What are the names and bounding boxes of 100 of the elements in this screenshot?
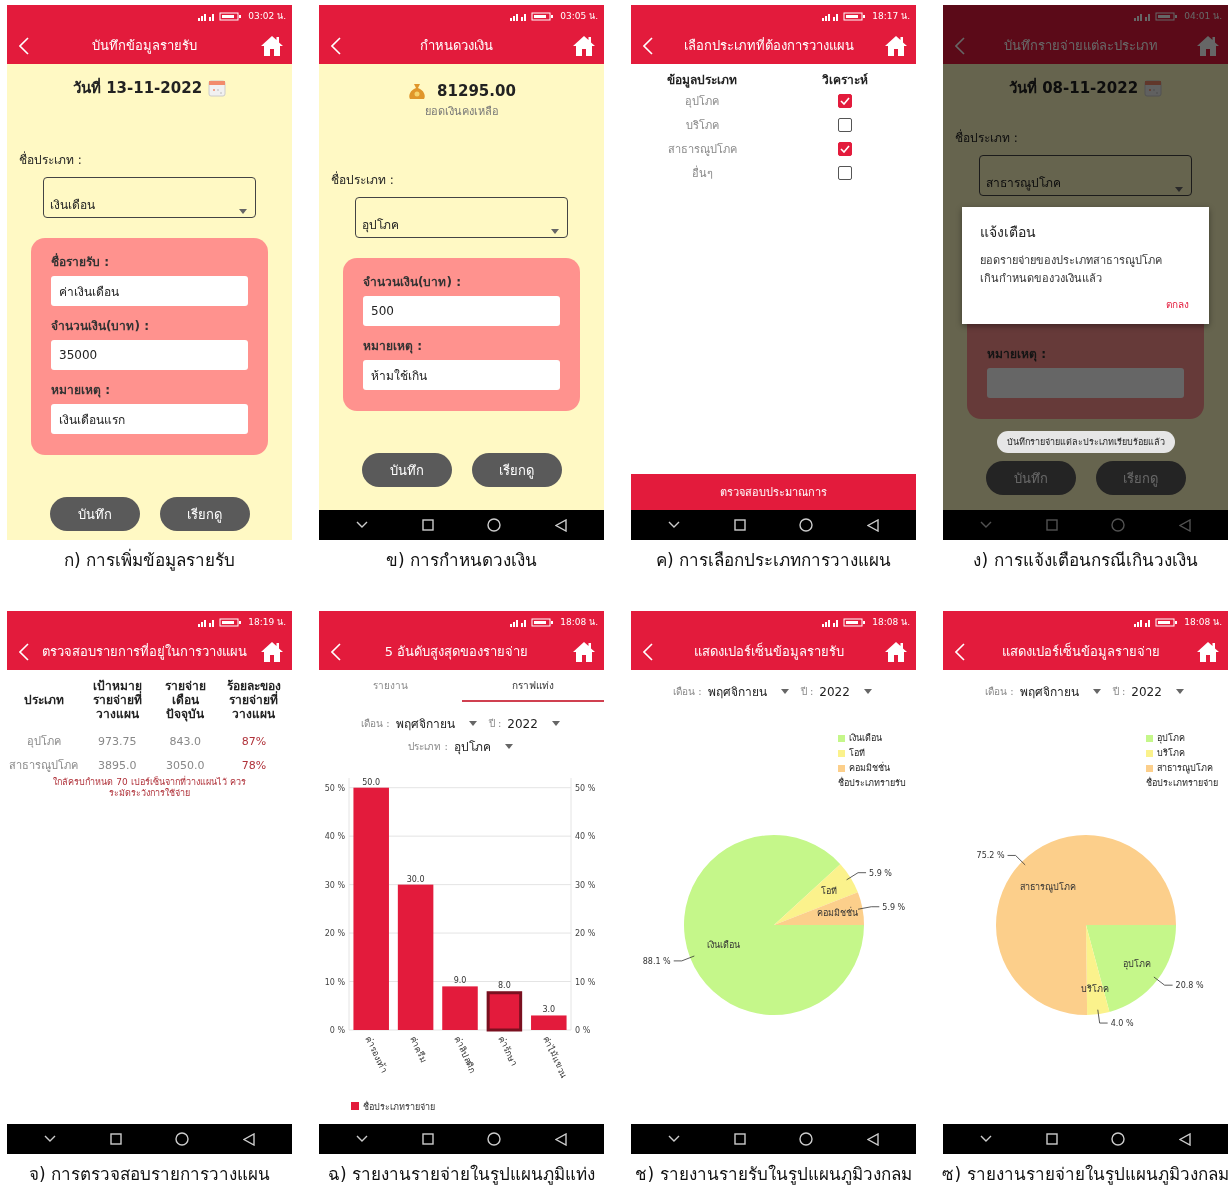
pie-slice[interactable] <box>774 864 858 925</box>
bar[interactable] <box>397 884 434 1030</box>
home-icon[interactable] <box>260 34 284 57</box>
figure-caption: ซ) รายงานรายจ่ายในรูปแผนภูมิวงกลม <box>942 1163 1229 1187</box>
home-circle-icon[interactable] <box>487 1132 502 1146</box>
filter-dropdown[interactable]: อุปโภค <box>451 737 515 756</box>
action-button[interactable]: บันทึก <box>361 453 452 487</box>
recents-icon[interactable] <box>1045 1133 1058 1145</box>
figure-caption: ก) การเพิ่มข้อมูลรายรับ <box>63 547 235 573</box>
text-field[interactable]: ห้ามใช้เกิน <box>363 360 560 390</box>
back-triangle-icon[interactable] <box>867 1132 880 1146</box>
home-icon[interactable] <box>1196 640 1220 663</box>
back-icon[interactable] <box>331 36 341 55</box>
field-label: จำนวนเงิน(บาท) : <box>51 318 149 335</box>
chevron-down-icon[interactable] <box>355 1135 368 1143</box>
screen-title: เลือกประเภทที่ต้องการวางแผน <box>682 36 855 55</box>
chevron-down-icon[interactable] <box>667 521 680 529</box>
home-icon[interactable] <box>1196 34 1220 57</box>
status-time: 18:08 น. <box>1184 616 1222 629</box>
text-field[interactable]: 35000 <box>51 340 248 370</box>
pie-slice[interactable] <box>774 892 864 925</box>
recents-icon[interactable] <box>421 519 434 531</box>
axis-label: 40 % <box>575 832 596 842</box>
home-icon[interactable] <box>260 640 284 663</box>
text-field[interactable]: ค่าเงินเดือน <box>51 276 248 306</box>
column-header: เป้าหมาย รายจ่ายที่ วางแผน <box>91 678 143 723</box>
back-icon[interactable] <box>643 36 653 55</box>
chevron-down-icon[interactable] <box>43 1135 56 1143</box>
chevron-down-icon[interactable] <box>355 521 368 529</box>
axis-label: 20 % <box>324 929 345 939</box>
home-icon[interactable] <box>572 34 596 57</box>
category-label: อุปโภค <box>685 94 720 110</box>
home-circle-icon[interactable] <box>799 518 814 532</box>
toast-message: บันทึกรายจ่ายแต่ละประเภทเรียบร้อยแล้ว <box>996 431 1175 453</box>
category-dropdown[interactable]: อุปโภค <box>355 197 568 238</box>
balance-label: ยอดเงินคงเหลือ <box>424 104 499 120</box>
back-icon[interactable] <box>643 642 653 661</box>
bar[interactable] <box>486 991 523 1032</box>
home-icon[interactable] <box>884 640 908 663</box>
back-triangle-icon[interactable] <box>243 1132 256 1146</box>
date-label: วันที่ 08-11-2022 <box>1008 76 1139 99</box>
dialog-message: ยอดรายจ่ายของประเภทสาธารณูปโภค เกินกำหนดของวงเงินแล้ว <box>980 253 1163 287</box>
legend-label: บริโภค <box>1157 747 1185 760</box>
checkbox[interactable] <box>837 94 852 108</box>
checkbox[interactable] <box>837 142 852 156</box>
home-circle-icon[interactable] <box>487 518 502 532</box>
home-icon[interactable] <box>572 640 596 663</box>
checkbox[interactable] <box>837 166 852 180</box>
screen-title: บันทึกข้อมูลรายรับ <box>91 37 198 56</box>
chevron-down-icon[interactable] <box>979 1135 992 1143</box>
recents-icon[interactable] <box>109 1133 122 1145</box>
recents-icon[interactable] <box>733 519 746 531</box>
chevron-down-icon[interactable] <box>667 1135 680 1143</box>
home-circle-icon[interactable] <box>1111 1132 1126 1146</box>
value-label: 8.0 <box>498 981 511 991</box>
home-circle-icon[interactable] <box>799 1132 814 1146</box>
back-triangle-icon[interactable] <box>1179 1132 1192 1146</box>
back-icon[interactable] <box>331 642 341 661</box>
filter-dropdown[interactable]: 2022 <box>505 716 562 731</box>
back-icon[interactable] <box>19 36 29 55</box>
home-icon[interactable] <box>884 34 908 57</box>
dropdown-caret-icon <box>863 689 872 694</box>
axis-label: 10 % <box>575 977 596 987</box>
filter-label: เดือน : <box>673 685 702 699</box>
tab[interactable]: กราฟแท่ง <box>461 670 604 702</box>
back-triangle-icon[interactable] <box>555 518 568 532</box>
filter-dropdown[interactable]: พฤศจิกายน <box>393 714 479 733</box>
back-icon[interactable] <box>19 642 29 661</box>
field-label: หมายเหตุ : <box>51 382 110 399</box>
checkbox[interactable] <box>837 118 852 132</box>
category-label: ชื่อประเภท : <box>331 170 394 189</box>
filter-dropdown[interactable]: 2022 <box>1129 684 1186 699</box>
ok-button[interactable]: ตกลง <box>1164 295 1191 314</box>
text-field[interactable]: 500 <box>363 296 560 326</box>
action-button[interactable]: บันทึก <box>49 497 140 531</box>
home-circle-icon[interactable] <box>175 1132 190 1146</box>
category-label: ชื่อประเภท : <box>955 128 1018 147</box>
recents-icon[interactable] <box>733 1133 746 1145</box>
figure-caption: ค) การเลือกประเภทการวางแผน <box>655 549 891 572</box>
back-triangle-icon[interactable] <box>867 518 880 532</box>
filter-dropdown[interactable]: 2022 <box>817 684 874 699</box>
text-field[interactable] <box>987 368 1184 398</box>
dropdown-caret-icon <box>468 721 477 726</box>
legend-label: โอที <box>849 747 865 760</box>
status-time: 03:05 น. <box>560 10 598 23</box>
filter-dropdown[interactable]: พฤศจิกายน <box>1017 682 1103 701</box>
action-button[interactable]: เรียกดู <box>159 497 250 531</box>
back-icon[interactable] <box>955 36 965 55</box>
dropdown-caret-icon <box>504 744 513 749</box>
text-field[interactable]: เงินเดือนแรก <box>51 404 248 434</box>
leader-line <box>857 906 880 910</box>
back-triangle-icon[interactable] <box>555 1132 568 1146</box>
back-icon[interactable] <box>955 642 965 661</box>
action-button[interactable]: เรียกดู <box>471 453 562 487</box>
axis-label: 0 % <box>575 1026 591 1035</box>
recents-icon[interactable] <box>421 1133 434 1145</box>
filter-dropdown[interactable]: พฤศจิกายน <box>705 682 791 701</box>
check-estimate-button[interactable]: ตรวจสอบประมาณการ <box>631 474 916 510</box>
tab[interactable]: รายงาน <box>319 670 462 702</box>
category-dropdown[interactable]: เงินเดือน <box>43 177 256 218</box>
